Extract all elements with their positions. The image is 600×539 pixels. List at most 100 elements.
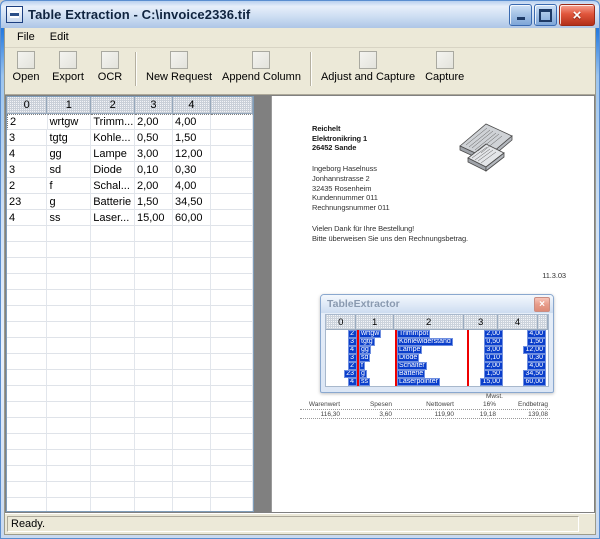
table-row-empty[interactable] (7, 306, 253, 322)
grid-cell-empty[interactable] (135, 402, 173, 418)
te-cell-4-2[interactable]: Schalter (397, 362, 469, 370)
table-extractor-close-button[interactable]: × (534, 297, 550, 312)
grid-cell-empty[interactable] (135, 226, 173, 242)
te-cell-5-1[interactable]: g (359, 370, 397, 378)
te-cell-2-3[interactable]: 3,00 (469, 346, 505, 354)
grid-header-1[interactable]: 1 (47, 97, 92, 114)
grid-cell-empty[interactable] (91, 482, 135, 498)
grid-cell-empty[interactable] (172, 450, 211, 466)
table-extractor-title-bar[interactable]: TableExtractor × (321, 295, 553, 313)
grid-cell-0-4[interactable]: 4,00 (173, 114, 211, 130)
grid-cell-empty[interactable] (7, 450, 48, 466)
grid-cell-5-5[interactable] (210, 194, 253, 210)
grid-cell-empty[interactable] (47, 322, 92, 338)
grid-cell-empty[interactable] (135, 450, 173, 466)
grid-cell-5-3[interactable]: 1,50 (135, 194, 173, 210)
grid-cell-5-0[interactable]: 23 (7, 194, 48, 210)
te-cell-2-0[interactable]: 4 (326, 346, 359, 354)
grid-cell-empty[interactable] (91, 402, 135, 418)
grid-cell-empty[interactable] (7, 242, 48, 258)
te-cell-3-0[interactable]: 3 (326, 354, 359, 362)
te-cell-3-3[interactable]: 0,10 (469, 354, 505, 362)
grid-cell-0-3[interactable]: 2,00 (135, 114, 174, 130)
grid-cell-3-1[interactable]: sd (47, 162, 92, 178)
grid-cell-2-3[interactable]: 3,00 (135, 146, 173, 162)
grid-cell-empty[interactable] (7, 498, 48, 511)
te-header-3[interactable]: 3 (464, 315, 498, 330)
te-cell-6-2[interactable]: Laserpointer (397, 378, 469, 386)
grid-cell-empty[interactable] (210, 482, 253, 498)
grid-cell-empty[interactable] (91, 242, 135, 258)
grid-cell-empty[interactable] (47, 482, 92, 498)
toolbar-button-append-column[interactable]: Append Column (217, 51, 306, 89)
grid-header-2[interactable]: 2 (91, 97, 136, 114)
table-row[interactable]: 2 wrtgw Trimm... 2,00 4,00 (7, 114, 253, 130)
grid-cell-0-5[interactable] (210, 114, 253, 130)
grid-body[interactable]: 2 wrtgw Trimm... 2,00 4,00 3 tgtg Kohle... 0,50 1… (7, 114, 253, 511)
table-row-empty[interactable] (7, 418, 253, 434)
grid-cell-6-5[interactable] (210, 210, 253, 226)
grid-cell-6-0[interactable]: 4 (7, 210, 48, 226)
table-row-empty[interactable] (7, 434, 253, 450)
te-cell-4-0[interactable]: 2 (326, 362, 359, 370)
grid-cell-empty[interactable] (7, 482, 48, 498)
extraction-grid[interactable]: 0 1 2 3 4 2 wrtgw Trimm... 2,00 4,00 3 tgtg Koh… (6, 96, 254, 512)
table-row[interactable]: 2 f Schal... 2,00 4,00 (7, 178, 253, 194)
te-header-5[interactable] (538, 315, 548, 330)
table-row-empty[interactable] (7, 226, 253, 242)
grid-cell-empty[interactable] (135, 322, 173, 338)
grid-cell-empty[interactable] (210, 450, 253, 466)
grid-cell-empty[interactable] (47, 290, 92, 306)
te-row[interactable]: 2 wrtgw Trimmpot 2,00 4,00 (326, 330, 548, 338)
grid-cell-3-5[interactable] (210, 162, 253, 178)
te-row[interactable]: 23 g Batterie 1,50 34,50 (326, 370, 548, 378)
table-row-empty[interactable] (7, 402, 253, 418)
grid-cell-empty[interactable] (47, 338, 92, 354)
te-cell-1-2[interactable]: Kohlewiderstand (397, 338, 469, 346)
te-row[interactable]: 2 f Schalter 2,00 4,00 (326, 362, 548, 370)
grid-cell-6-2[interactable]: Laser... (91, 210, 135, 226)
te-cell-0-2[interactable]: Trimmpot (397, 330, 469, 338)
maximize-button[interactable] (534, 4, 557, 26)
menu-item-file[interactable]: File (10, 29, 43, 46)
te-cell-2-2[interactable]: Lampe (397, 346, 469, 354)
grid-cell-1-4[interactable]: 1,50 (172, 130, 211, 146)
grid-cell-empty[interactable] (172, 290, 211, 306)
grid-cell-6-4[interactable]: 60,00 (172, 210, 211, 226)
grid-cell-empty[interactable] (47, 370, 92, 386)
grid-cell-empty[interactable] (135, 434, 173, 450)
grid-cell-empty[interactable] (210, 370, 253, 386)
table-row-empty[interactable] (7, 354, 253, 370)
grid-cell-empty[interactable] (7, 290, 48, 306)
grid-cell-empty[interactable] (47, 434, 92, 450)
te-cell-1-3[interactable]: 0,50 (469, 338, 505, 346)
grid-cell-empty[interactable] (7, 418, 48, 434)
grid-cell-empty[interactable] (7, 322, 48, 338)
grid-cell-empty[interactable] (91, 418, 135, 434)
te-cell-0-4[interactable]: 4,00 (505, 330, 548, 338)
grid-cell-empty[interactable] (7, 370, 48, 386)
grid-cell-empty[interactable] (91, 450, 135, 466)
grid-cell-empty[interactable] (7, 338, 48, 354)
grid-cell-4-5[interactable] (210, 178, 253, 194)
grid-cell-empty[interactable] (135, 466, 173, 482)
grid-cell-empty[interactable] (7, 466, 48, 482)
grid-cell-empty[interactable] (172, 466, 211, 482)
title-bar[interactable]: Table Extraction - C:\invoice2336.tif × (1, 1, 599, 28)
grid-cell-5-4[interactable]: 34,50 (172, 194, 211, 210)
te-row[interactable]: 4 gg Lampe 3,00 12,00 (326, 346, 548, 354)
grid-cell-empty[interactable] (135, 306, 173, 322)
table-row-empty[interactable] (7, 242, 253, 258)
te-cell-5-2[interactable]: Batterie (397, 370, 469, 378)
document-preview[interactable]: Reichelt Elektronikring 1 26452 Sande In… (271, 96, 594, 512)
grid-cell-2-5[interactable] (210, 146, 253, 162)
grid-cell-empty[interactable] (47, 386, 92, 402)
grid-cell-empty[interactable] (7, 354, 48, 370)
grid-cell-empty[interactable] (210, 322, 253, 338)
grid-cell-empty[interactable] (210, 258, 253, 274)
table-row[interactable]: 23 g Batterie 1,50 34,50 (7, 194, 253, 210)
te-row[interactable]: 4 ss Laserpointer 15,00 60,00 (326, 378, 548, 386)
grid-cell-empty[interactable] (47, 258, 92, 274)
grid-cell-empty[interactable] (210, 466, 253, 482)
grid-cell-6-3[interactable]: 15,00 (135, 210, 173, 226)
